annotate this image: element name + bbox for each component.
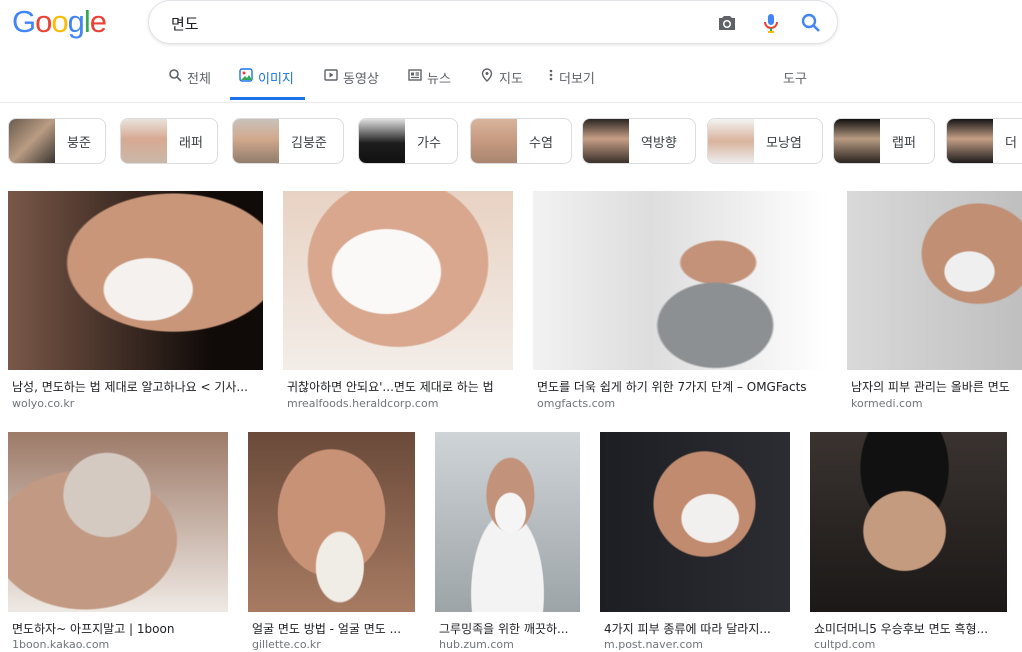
tab-label: 더보기 — [559, 72, 595, 87]
result-image[interactable] — [248, 432, 415, 612]
tools-button[interactable]: 도구 — [783, 68, 807, 100]
result-caption[interactable]: 남자의 피부 관리는 올바른 면도 — [851, 378, 1022, 395]
tab-label: 뉴스 — [427, 72, 451, 87]
chip-thumbnail — [708, 119, 754, 163]
map-pin-icon — [481, 68, 493, 82]
chip-label: 더 — [1005, 135, 1017, 151]
result-source[interactable]: cultpd.com — [814, 638, 1006, 651]
result-image[interactable] — [283, 191, 513, 370]
chip-thumbnail — [9, 119, 55, 163]
search-box[interactable]: 면도 — [148, 0, 838, 44]
logo-letter: o — [35, 4, 52, 39]
result-image[interactable] — [435, 432, 580, 612]
chip-label: 수염 — [529, 135, 553, 151]
logo-letter: G — [12, 4, 36, 39]
result-source[interactable]: hub.zum.com — [439, 638, 579, 651]
image-icon — [239, 68, 253, 82]
tab-label: 동영상 — [343, 72, 379, 87]
result-caption[interactable]: 면도를 더욱 쉽게 하기 위한 7가지 단계 – OMGFacts — [537, 378, 825, 395]
chip-label: 모낭염 — [766, 135, 802, 151]
result-source[interactable]: kormedi.com — [851, 397, 1022, 410]
result-caption[interactable]: 남성, 면도하는 법 제대로 알고하나요 < 기사... — [12, 378, 262, 395]
chip-thumbnail — [583, 119, 629, 163]
logo-letter: e — [89, 4, 107, 39]
news-icon — [408, 69, 422, 81]
google-logo[interactable]: Google — [12, 4, 107, 40]
result-image[interactable] — [600, 432, 790, 612]
result-caption[interactable]: 그루밍족을 위한 깨끗하... — [439, 620, 579, 637]
chip-label: 래퍼 — [179, 135, 203, 151]
chip-label: 랩퍼 — [892, 135, 916, 151]
chip-label: 역방향 — [641, 135, 677, 151]
result-caption[interactable]: 귀찮아하면 안되요'...면도 제대로 하는 법 — [287, 378, 511, 395]
chip-related-search[interactable]: 김붕준 — [232, 118, 344, 164]
result-source[interactable]: mrealfoods.heraldcorp.com — [287, 397, 511, 410]
chip-thumbnail — [947, 119, 993, 163]
chip-label: 김붕준 — [291, 135, 327, 151]
tools-label: 도구 — [783, 72, 807, 87]
tab-more[interactable]: 더보기 — [548, 68, 595, 100]
chip-thumbnail — [233, 119, 279, 163]
chip-related-search[interactable]: 역방향 — [582, 118, 696, 164]
chip-related-search[interactable]: 붕준 — [8, 118, 106, 164]
search-input[interactable]: 면도 — [171, 13, 199, 34]
search-icon[interactable] — [799, 11, 823, 35]
result-image[interactable] — [8, 432, 228, 612]
search-icon — [169, 69, 182, 82]
camera-icon[interactable] — [715, 11, 739, 35]
chip-thumbnail — [121, 119, 167, 163]
result-image[interactable] — [847, 191, 1022, 370]
result-caption[interactable]: 4가지 피부 종류에 따라 달라지... — [604, 620, 789, 637]
result-source[interactable]: wolyo.co.kr — [12, 397, 262, 410]
tab-label: 전체 — [187, 72, 211, 87]
result-source[interactable]: 1boon.kakao.com — [12, 638, 227, 651]
chip-related-search[interactable]: 수염 — [470, 118, 572, 164]
logo-letter: o — [51, 4, 68, 39]
chip-related-search[interactable]: 가수 — [358, 118, 458, 164]
chip-thumbnail — [471, 119, 517, 163]
chip-related-search[interactable]: 랩퍼 — [833, 118, 935, 164]
play-icon — [324, 69, 338, 81]
result-caption[interactable]: 얼굴 면도 방법 - 얼굴 면도 ... — [252, 620, 414, 637]
tab-news[interactable]: 뉴스 — [408, 68, 451, 100]
chip-related-search[interactable]: 래퍼 — [120, 118, 218, 164]
microphone-icon[interactable] — [759, 11, 783, 35]
result-source[interactable]: gillette.co.kr — [252, 638, 414, 651]
chip-label: 붕준 — [67, 135, 91, 151]
tab-maps[interactable]: 지도 — [480, 68, 523, 100]
search-tabs: 전체 이미지 동영상 뉴스 지도 더보기 도구 — [0, 58, 1022, 103]
chip-label: 가수 — [417, 135, 441, 151]
result-image[interactable] — [810, 432, 1007, 612]
result-source[interactable]: m.post.naver.com — [604, 638, 789, 651]
tab-videos[interactable]: 동영상 — [324, 68, 379, 100]
result-caption[interactable]: 면도하자~ 아프지말고 | 1boon — [12, 620, 227, 637]
result-image[interactable] — [533, 191, 827, 370]
tab-label: 지도 — [499, 72, 523, 87]
result-caption[interactable]: 쇼미더머니5 우승후보 면도 흑형... — [814, 620, 1006, 637]
result-image[interactable] — [8, 191, 263, 370]
logo-letter: g — [67, 4, 85, 39]
chip-related-search[interactable]: 모낭염 — [707, 118, 823, 164]
chip-related-search[interactable]: 더 — [946, 118, 1022, 164]
chip-thumbnail — [359, 119, 405, 163]
tab-all[interactable]: 전체 — [168, 68, 211, 100]
chip-thumbnail — [834, 119, 880, 163]
tab-label: 이미지 — [258, 72, 294, 87]
result-source[interactable]: omgfacts.com — [537, 397, 825, 410]
tab-images[interactable]: 이미지 — [230, 68, 305, 100]
more-vert-icon — [549, 69, 553, 81]
